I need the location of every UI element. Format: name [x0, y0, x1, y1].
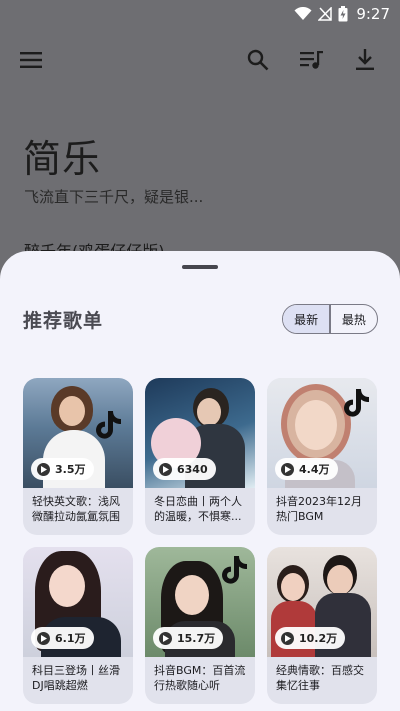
tiktok-logo-icon — [222, 556, 247, 584]
playlist-icon — [300, 51, 323, 69]
playlist-title: 经典情歌：百感交集忆往事 — [276, 664, 364, 692]
playlist-card[interactable]: 6340 冬日恋曲丨两个人的温暖，不惧寒... — [145, 378, 255, 535]
clock: 9:27 — [356, 5, 390, 23]
play-icon — [281, 462, 294, 476]
app-bar — [0, 40, 400, 84]
menu-button[interactable] — [15, 44, 47, 76]
playlist-cover: 4.4万 — [267, 378, 377, 488]
tiktok-logo-icon — [344, 389, 369, 417]
playlist-title: 抖音2023年12月热门BGM — [276, 495, 362, 523]
playlist-title: 轻快英文歌：浅风微醺拉动氤氲氛围 — [32, 495, 120, 523]
no-signal-icon — [318, 7, 333, 21]
search-icon — [247, 49, 269, 71]
play-count: 6.1万 — [55, 632, 86, 645]
playlist-title: 科目三登场丨丝滑DJ唱跳超燃 — [32, 664, 120, 692]
download-icon — [356, 49, 374, 70]
playlist-card[interactable]: 3.5万 轻快英文歌：浅风微醺拉动氤氲氛围 — [23, 378, 133, 535]
play-icon — [159, 631, 172, 645]
sort-segmented-control: 最新 最热 — [282, 304, 378, 334]
download-button[interactable] — [349, 44, 381, 76]
playlist-card[interactable]: 6.1万 科目三登场丨丝滑DJ唱跳超燃 — [23, 547, 133, 704]
playlist-card[interactable]: 10.2万 经典情歌：百感交集忆往事 — [267, 547, 377, 704]
tiktok-logo-icon — [96, 411, 121, 439]
play-count: 10.2万 — [299, 632, 338, 645]
wifi-icon — [294, 7, 312, 21]
app-subtitle: 飞流直下三千尺，疑是银... — [24, 188, 204, 206]
status-bar: 9:27 — [0, 0, 400, 28]
play-count: 3.5万 — [55, 463, 86, 476]
play-count-badge: 6.1万 — [31, 627, 94, 649]
playlist-cover: 3.5万 — [23, 378, 133, 488]
playlist-button[interactable] — [296, 44, 328, 76]
play-count: 15.7万 — [177, 632, 216, 645]
tab-newest[interactable]: 最新 — [283, 305, 330, 333]
drag-handle[interactable] — [182, 265, 218, 269]
search-button[interactable] — [242, 44, 274, 76]
playlist-cover: 6340 — [145, 378, 255, 488]
playlist-cover: 6.1万 — [23, 547, 133, 657]
tab-hottest[interactable]: 最热 — [331, 305, 377, 333]
menu-icon — [20, 52, 42, 68]
recommend-sheet: 推荐歌单 最新 最热 3.5万 轻快英文歌：浅风微醺拉动氤氲氛围 6340 冬日… — [0, 251, 400, 711]
section-title: 推荐歌单 — [23, 310, 104, 332]
play-count: 4.4万 — [299, 463, 330, 476]
playlist-cover: 10.2万 — [267, 547, 377, 657]
playlist-card[interactable]: 15.7万 抖音BGM：百首流行热歌随心听 — [145, 547, 255, 704]
play-icon — [37, 631, 50, 645]
play-count-badge: 10.2万 — [275, 627, 346, 649]
play-icon — [37, 462, 50, 476]
play-icon — [281, 631, 294, 645]
battery-charging-icon — [338, 6, 348, 22]
play-count-badge: 3.5万 — [31, 458, 94, 480]
play-icon — [159, 462, 172, 476]
playlist-card[interactable]: 4.4万 抖音2023年12月热门BGM — [267, 378, 377, 535]
play-count: 6340 — [177, 462, 208, 476]
playlist-title: 抖音BGM：百首流行热歌随心听 — [154, 664, 246, 692]
playlist-cover: 15.7万 — [145, 547, 255, 657]
play-count-badge: 4.4万 — [275, 458, 338, 480]
play-count-badge: 6340 — [153, 458, 216, 480]
play-count-badge: 15.7万 — [153, 627, 224, 649]
playlist-title: 冬日恋曲丨两个人的温暖，不惧寒... — [154, 495, 242, 523]
app-title: 简乐 — [23, 137, 102, 181]
